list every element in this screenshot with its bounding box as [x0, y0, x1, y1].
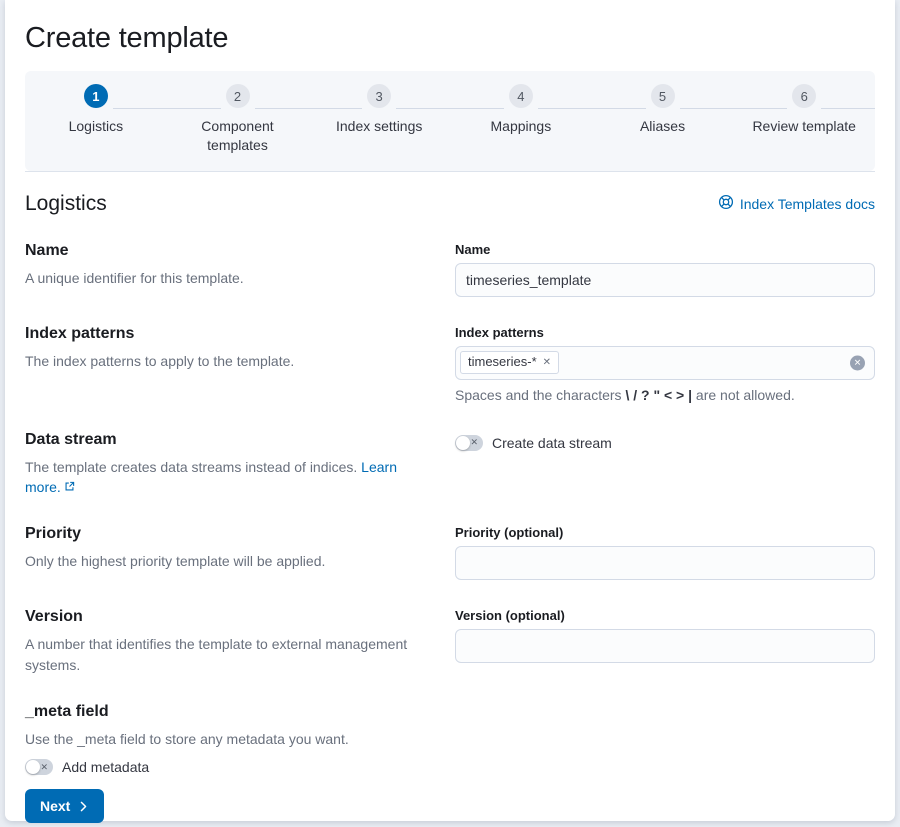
toggle-knob [26, 760, 40, 775]
next-button[interactable]: Next [25, 789, 105, 824]
stepper-divider [25, 170, 875, 172]
step-mappings: 4 Mappings [450, 84, 592, 155]
add-metadata-toggle[interactable]: ✕ [25, 759, 53, 776]
help-prefix: Spaces and the characters [455, 386, 626, 403]
create-data-stream-toggle[interactable]: ✕ [455, 434, 483, 451]
row-field: Index patterns timeseries-* ✕ ✕ Spaces a… [455, 325, 875, 403]
row-description: Version A number that identifies the tem… [25, 608, 431, 675]
external-link-icon [64, 477, 75, 497]
version-field-label: Version (optional) [455, 608, 565, 624]
index-pattern-chip: timeseries-* ✕ [460, 351, 560, 375]
step-number-badge: 1 [83, 84, 108, 108]
toggle-label: Create data stream [492, 434, 612, 451]
index-patterns-help-text: Spaces and the characters \ / ? " < > | … [455, 387, 875, 403]
row-subtitle: A unique identifier for this template. [25, 269, 244, 286]
step-label: Review template [752, 118, 856, 134]
chevron-right-icon [78, 801, 89, 812]
row-title: Index patterns [25, 324, 135, 342]
row-description: Priority Only the highest priority templ… [25, 525, 431, 571]
row-title: Data stream [25, 430, 117, 448]
priority-input[interactable] [455, 546, 875, 581]
row-subtitle: The index patterns to apply to the templ… [25, 352, 295, 369]
step-label: Mappings [490, 118, 552, 134]
create-template-card: Create template 1 Logistics 2 Component … [5, 0, 895, 824]
step-component-templates: 2 Component templates [166, 84, 309, 155]
row-description: Index patterns The index patterns to app… [25, 325, 431, 371]
form-row-meta: _meta field Use the _meta field to store… [25, 702, 875, 776]
step-logistics[interactable]: 1 Logistics [25, 84, 167, 155]
row-field: Priority (optional) [455, 525, 875, 581]
toggle-label: Add metadata [62, 759, 150, 776]
form-row-data-stream: Data stream The template creates data st… [25, 431, 875, 498]
section-header: Logistics Index Templates docs [25, 192, 875, 216]
row-description: _meta field Use the _meta field to store… [25, 702, 431, 776]
step-review-template: 6 Review template [733, 84, 875, 155]
step-index-settings: 3 Index settings [308, 84, 450, 155]
row-description: Data stream The template creates data st… [25, 431, 431, 498]
form-row-priority: Priority Only the highest priority templ… [25, 525, 875, 581]
step-label: Component templates [201, 118, 274, 153]
form-row-name: Name A unique identifier for this templa… [25, 242, 875, 297]
name-input[interactable] [455, 262, 875, 297]
name-field-label: Name [455, 241, 491, 257]
step-number-badge: 2 [225, 84, 250, 108]
toggle-off-icon: ✕ [40, 761, 48, 772]
priority-field-label: Priority (optional) [455, 525, 564, 541]
row-field: Version (optional) [455, 608, 875, 664]
step-label: Logistics [68, 118, 124, 134]
index-patterns-field-label: Index patterns [455, 324, 544, 340]
docs-link-label: Index Templates docs [739, 195, 875, 212]
row-subtitle: Only the highest priority template will … [25, 553, 326, 570]
life-buoy-icon [718, 194, 734, 213]
index-templates-docs-link[interactable]: Index Templates docs [715, 194, 875, 213]
row-description: Name A unique identifier for this templa… [25, 242, 431, 288]
step-number-badge: 4 [508, 84, 533, 108]
toggle-off-icon: ✕ [470, 437, 478, 448]
toggle-knob [456, 435, 470, 450]
clear-circle-icon[interactable]: ✕ [850, 355, 865, 371]
help-suffix: are not allowed. [692, 386, 795, 403]
description-text: The template creates data streams instea… [25, 458, 362, 475]
step-number-badge: 5 [650, 84, 675, 108]
wizard-stepper: 1 Logistics 2 Component templates 3 Inde… [25, 71, 875, 171]
help-disallowed-chars: \ / ? " < > | [625, 386, 693, 403]
page-title: Create template [25, 22, 229, 54]
section-title: Logistics [25, 191, 107, 215]
step-number-badge: 3 [367, 84, 392, 108]
add-metadata-switch-row: ✕ Add metadata [25, 759, 431, 776]
version-input[interactable] [455, 629, 875, 664]
row-subtitle: A number that identifies the template to… [25, 636, 408, 673]
form-row-index-patterns: Index patterns The index patterns to app… [25, 325, 875, 403]
row-field: Name [455, 242, 875, 297]
step-label: Aliases [639, 118, 686, 134]
form-row-version: Version A number that identifies the tem… [25, 608, 875, 675]
create-data-stream-switch-row: ✕ Create data stream [455, 434, 875, 451]
row-subtitle: Use the _meta field to store any metadat… [25, 730, 349, 747]
row-title: Version [25, 608, 83, 626]
step-label: Index settings [335, 118, 423, 134]
chip-label: timeseries-* [468, 354, 537, 370]
index-patterns-combobox[interactable]: timeseries-* ✕ ✕ [455, 345, 875, 380]
row-title: Priority [25, 525, 82, 543]
row-field: ✕ Create data stream [455, 431, 875, 451]
row-title: Name [25, 241, 69, 259]
step-aliases: 5 Aliases [591, 84, 734, 155]
next-button-label: Next [40, 798, 71, 815]
row-subtitle: The template creates data streams instea… [25, 457, 431, 498]
chip-remove-icon[interactable]: ✕ [543, 356, 551, 369]
row-title: _meta field [25, 702, 109, 720]
step-number-badge: 6 [792, 84, 817, 108]
